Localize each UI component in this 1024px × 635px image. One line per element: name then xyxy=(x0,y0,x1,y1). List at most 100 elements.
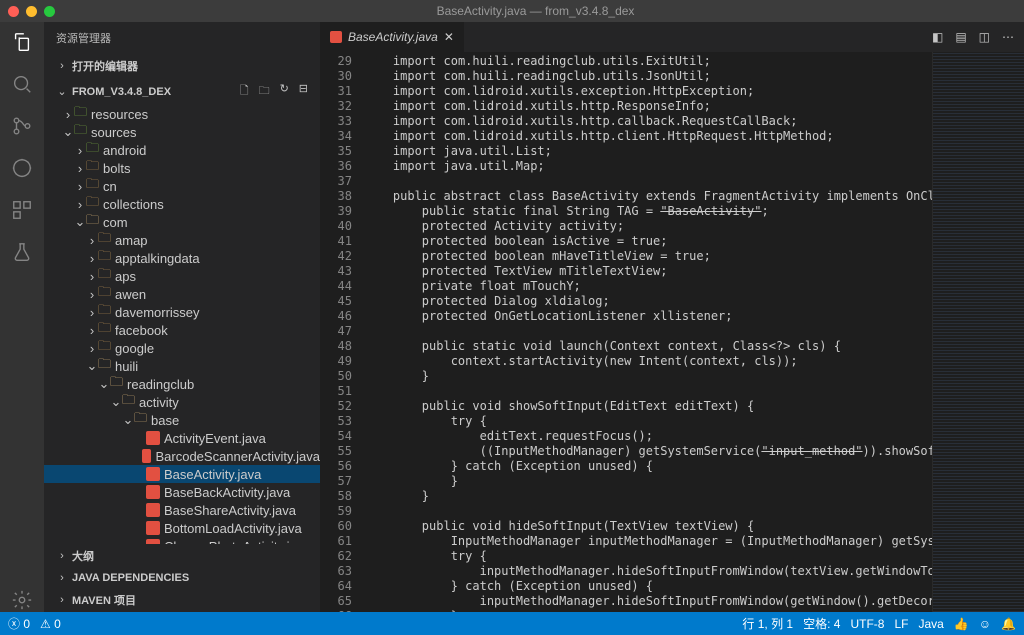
explorer-icon[interactable] xyxy=(10,30,34,54)
tree-item-label: bolts xyxy=(103,161,130,176)
file-item[interactable]: BaseBackActivity.java xyxy=(44,483,320,501)
maven-section[interactable]: ›MAVEN 项目 xyxy=(44,588,320,612)
folder-icon: 🗀 xyxy=(134,409,147,431)
outline-section[interactable]: ›大纲 xyxy=(44,544,320,568)
errors-button[interactable]: ⓧ 0 xyxy=(8,615,30,632)
settings-icon[interactable] xyxy=(10,588,34,612)
tree-item-label: BaseShareActivity.java xyxy=(164,503,296,518)
warnings-button[interactable]: ⚠ 0 xyxy=(40,617,61,631)
thumbs-up-icon[interactable]: 👍 xyxy=(954,617,969,631)
traffic-lights xyxy=(8,6,55,17)
java-file-icon xyxy=(142,449,151,463)
folder-item[interactable]: ⌄🗀activity xyxy=(44,393,320,411)
tree-item-label: sources xyxy=(91,125,137,140)
bell-icon[interactable]: 🔔 xyxy=(1001,617,1016,631)
file-item[interactable]: BaseShareActivity.java xyxy=(44,501,320,519)
folder-item[interactable]: ›🗀google xyxy=(44,339,320,357)
tree-item-label: readingclub xyxy=(127,377,194,392)
folder-item[interactable]: ›🗀aps xyxy=(44,267,320,285)
tree-item-label: BaseActivity.java xyxy=(164,467,261,482)
java-file-icon xyxy=(146,431,160,445)
folder-item[interactable]: ›🗀davemorrissey xyxy=(44,303,320,321)
tree-item-label: base xyxy=(151,413,179,428)
folder-item[interactable]: ⌄🗀huili xyxy=(44,357,320,375)
window-title: BaseActivity.java — from_v3.4.8_dex xyxy=(55,4,1016,18)
editor-area: BaseActivity.java ✕ ◧ ▤ ◫ ⋯ 29 30 31 32 … xyxy=(320,22,1024,612)
tree-item-label: collections xyxy=(103,197,164,212)
sidebar: 资源管理器 ›打开的编辑器 ⌄FROM_V3.4.8_DEX 🗋 🗀 ↻ ⊟ ›… xyxy=(44,22,320,612)
new-file-icon[interactable]: 🗋 xyxy=(240,82,249,101)
tree-item-label: davemorrissey xyxy=(115,305,200,320)
java-file-icon xyxy=(146,467,160,481)
tree-item-label: amap xyxy=(115,233,148,248)
file-item[interactable]: ChoosePhotoActivity.java xyxy=(44,537,320,544)
new-folder-icon[interactable]: 🗀 xyxy=(259,82,270,101)
tree-item-label: BaseBackActivity.java xyxy=(164,485,290,500)
editor-tabs: BaseActivity.java ✕ ◧ ▤ ◫ ⋯ xyxy=(320,22,1024,52)
tree-item-label: activity xyxy=(139,395,179,410)
split-editor-icon[interactable]: ◫ xyxy=(979,30,990,44)
encoding[interactable]: UTF-8 xyxy=(850,617,884,631)
java-file-icon xyxy=(146,485,160,499)
java-file-icon xyxy=(146,503,160,517)
maximize-window[interactable] xyxy=(44,6,55,17)
folder-item[interactable]: ⌄🗀readingclub xyxy=(44,375,320,393)
tree-item-label: awen xyxy=(115,287,146,302)
tree-item-label: cn xyxy=(103,179,117,194)
feedback-icon[interactable]: ☺ xyxy=(979,617,991,631)
line-gutter: 29 30 31 32 33 34 35 36 37 38 39 40 41 4… xyxy=(320,52,364,612)
java-file-icon xyxy=(330,31,342,43)
tree-item-label: android xyxy=(103,143,146,158)
folder-item[interactable]: ›🗀awen xyxy=(44,285,320,303)
folder-item[interactable]: ›🗀amap xyxy=(44,231,320,249)
file-item[interactable]: BaseActivity.java xyxy=(44,465,320,483)
code-editor[interactable]: 29 30 31 32 33 34 35 36 37 38 39 40 41 4… xyxy=(320,52,1024,612)
file-item[interactable]: ActivityEvent.java xyxy=(44,429,320,447)
tree-item-label: google xyxy=(115,341,154,356)
folder-item[interactable]: ⌄🗀com xyxy=(44,213,320,231)
tree-item-label: facebook xyxy=(115,323,168,338)
tab-label: BaseActivity.java xyxy=(348,30,438,44)
language-mode[interactable]: Java xyxy=(918,617,943,631)
tree-item-label: com xyxy=(103,215,128,230)
java-deps-section[interactable]: ›JAVA DEPENDENCIES xyxy=(44,568,320,588)
tree-item-label: huili xyxy=(115,359,138,374)
open-editors-section[interactable]: ›打开的编辑器 xyxy=(44,54,320,78)
file-item[interactable]: BottomLoadActivity.java xyxy=(44,519,320,537)
cursor-position[interactable]: 行 1, 列 1 xyxy=(742,615,793,632)
code-content[interactable]: import com.huili.readingclub.utils.ExitU… xyxy=(364,52,932,612)
titlebar: BaseActivity.java — from_v3.4.8_dex xyxy=(0,0,1024,22)
tree-item-label: aps xyxy=(115,269,136,284)
test-icon[interactable] xyxy=(10,240,34,264)
minimize-window[interactable] xyxy=(26,6,37,17)
sidebar-title: 资源管理器 xyxy=(44,22,320,54)
minimap[interactable] xyxy=(932,52,1024,612)
open-preview-icon[interactable]: ▤ xyxy=(955,30,966,44)
tree-item-label: BottomLoadActivity.java xyxy=(164,521,302,536)
extensions-icon[interactable] xyxy=(10,198,34,222)
folder-root[interactable]: ⌄FROM_V3.4.8_DEX 🗋 🗀 ↻ ⊟ xyxy=(44,78,320,105)
file-tree[interactable]: ›🗀resources⌄🗀sources›🗀android›🗀bolts›🗀cn… xyxy=(44,105,320,544)
close-window[interactable] xyxy=(8,6,19,17)
search-icon[interactable] xyxy=(10,72,34,96)
folder-item[interactable]: ›🗀facebook xyxy=(44,321,320,339)
status-bar: ⓧ 0 ⚠ 0 行 1, 列 1 空格: 4 UTF-8 LF Java 👍 ☺… xyxy=(0,612,1024,635)
indentation[interactable]: 空格: 4 xyxy=(803,615,840,632)
close-icon[interactable]: ✕ xyxy=(444,30,454,44)
compare-icon[interactable]: ◧ xyxy=(932,30,943,44)
java-file-icon xyxy=(146,521,160,535)
activity-bar xyxy=(0,22,44,612)
eol[interactable]: LF xyxy=(894,617,908,631)
more-icon[interactable]: ⋯ xyxy=(1002,30,1014,44)
debug-icon[interactable] xyxy=(10,156,34,180)
tab-baseactivity[interactable]: BaseActivity.java ✕ xyxy=(320,22,465,52)
collapse-icon[interactable]: ⊟ xyxy=(299,82,308,101)
tree-item-label: ActivityEvent.java xyxy=(164,431,266,446)
file-item[interactable]: BarcodeScannerActivity.java xyxy=(44,447,320,465)
tree-item-label: resources xyxy=(91,107,148,122)
source-control-icon[interactable] xyxy=(10,114,34,138)
refresh-icon[interactable]: ↻ xyxy=(280,82,289,101)
folder-item[interactable]: ⌄🗀base xyxy=(44,411,320,429)
folder-item[interactable]: ›🗀apptalkingdata xyxy=(44,249,320,267)
tree-item-label: BarcodeScannerActivity.java xyxy=(155,449,320,464)
